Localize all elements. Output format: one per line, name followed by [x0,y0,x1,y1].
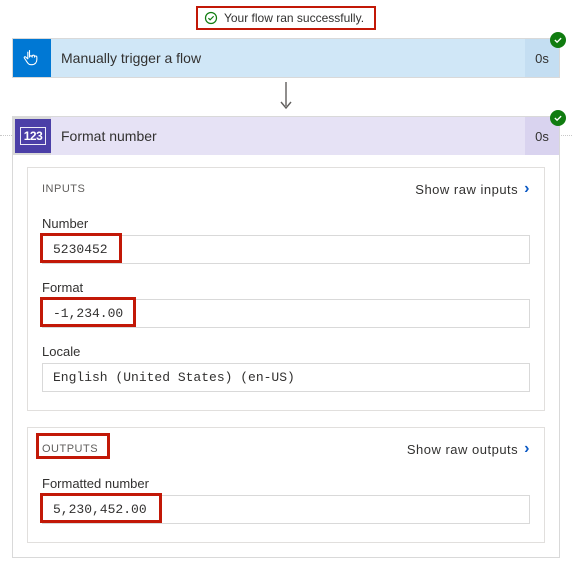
outputs-section: OUTPUTS Show raw outputs › Formatted num… [27,427,545,543]
format-number-header: 123 Format number 0s [13,117,559,155]
format-number-body: INPUTS Show raw inputs › Number 5230452 … [13,155,559,557]
field-number: Number 5230452 [42,216,530,264]
status-success-icon [550,32,566,48]
show-raw-outputs-label: Show raw outputs [407,442,518,457]
format-number-card[interactable]: 123 Format number 0s INPUTS Show raw inp… [12,116,560,558]
inputs-heading: INPUTS [42,183,85,195]
locale-value: English (United States) (en-US) [42,363,530,392]
formatted-number-value: 5,230,452.00 [42,495,530,524]
flow-arrow [0,78,572,116]
number-value: 5230452 [42,235,530,264]
inputs-section: INPUTS Show raw inputs › Number 5230452 … [27,167,545,411]
success-check-icon [204,11,218,25]
chevron-right-icon: › [524,180,530,198]
format-label: Format [42,280,530,295]
show-raw-inputs-label: Show raw inputs [415,182,518,197]
field-formatted-number: Formatted number 5,230,452.00 [42,476,530,524]
outputs-heading: OUTPUTS [42,443,98,455]
trigger-card[interactable]: Manually trigger a flow 0s [12,38,560,78]
field-format: Format -1,234.00 [42,280,530,328]
field-locale: Locale English (United States) (en-US) [42,344,530,392]
format-number-title: Format number [51,128,525,144]
number-label: Number [42,216,530,231]
run-success-text: Your flow ran successfully. [224,11,364,25]
format-value: -1,234.00 [42,299,530,328]
run-status-banner: Your flow ran successfully. [0,6,572,30]
run-success-message: Your flow ran successfully. [196,6,376,30]
chevron-right-icon: › [524,440,530,458]
show-raw-outputs-link[interactable]: Show raw outputs › [407,440,530,458]
manual-trigger-icon [13,39,51,77]
trigger-header: Manually trigger a flow 0s [13,39,559,77]
formatted-number-label: Formatted number [42,476,530,491]
trigger-title: Manually trigger a flow [51,50,525,66]
show-raw-inputs-link[interactable]: Show raw inputs › [415,180,530,198]
locale-label: Locale [42,344,530,359]
status-success-icon [550,110,566,126]
format-number-icon: 123 [13,117,51,155]
